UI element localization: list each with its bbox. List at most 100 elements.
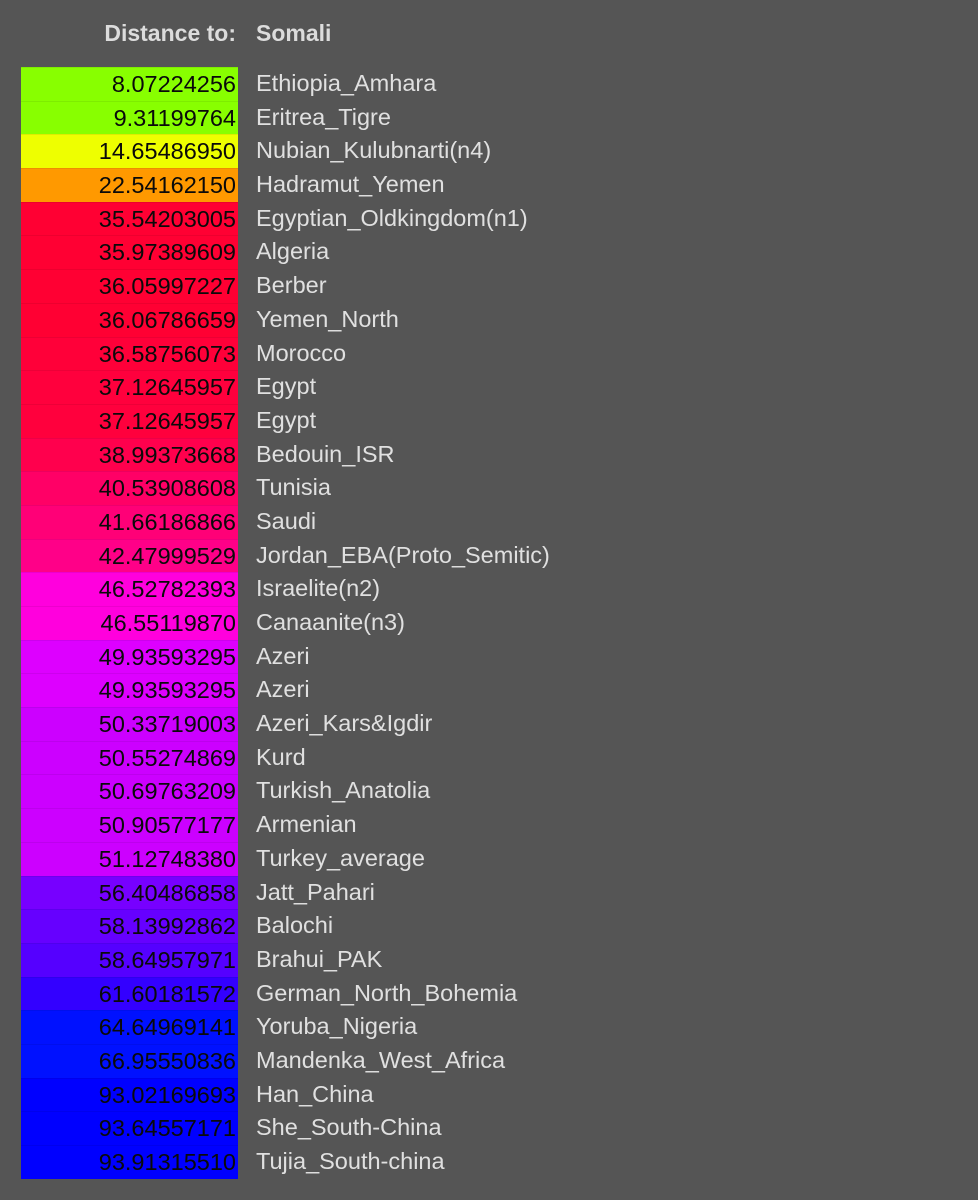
table-row: 41.66186866 Saudi <box>0 504 978 539</box>
distance-value: 50.90577177 <box>21 808 238 842</box>
distance-value: 22.54162150 <box>21 168 238 202</box>
distance-value: 61.60181572 <box>21 976 238 1011</box>
table-row: 49.93593295 Azeri <box>0 639 978 674</box>
population-name: Azeri <box>256 642 310 669</box>
distance-value: 50.55274869 <box>21 740 238 775</box>
distance-value: 49.93593295 <box>21 673 238 708</box>
table-row: 61.60181572 German_North_Bohemia <box>0 976 978 1011</box>
distance-value: 51.12748380 <box>21 841 238 876</box>
population-name: Eritrea_Tigre <box>256 103 391 130</box>
table-row: 46.52782393 Israelite(n2) <box>0 572 978 606</box>
population-name: Azeri <box>256 676 310 703</box>
distance-value: 50.69763209 <box>21 774 238 809</box>
population-name: German_North_Bohemia <box>256 979 518 1006</box>
table-row: 93.64557171 She_South-China <box>0 1111 978 1145</box>
population-name: Egypt <box>256 406 317 433</box>
table-row: 40.53908608 Tunisia <box>0 471 978 505</box>
distance-value: 58.13992862 <box>21 909 238 943</box>
table-row: 37.12645957 Egypt <box>0 370 978 404</box>
table-row: 66.95550836 Mandenka_West_Africa <box>0 1043 978 1078</box>
population-name: Bedouin_ISR <box>256 440 395 467</box>
table-row: 9.31199764 Eritrea_Tigre <box>0 100 978 135</box>
population-name: Morocco <box>256 339 347 366</box>
distance-value: 93.91315510 <box>21 1145 238 1179</box>
distance-value: 36.06786659 <box>21 302 238 337</box>
population-name: Yemen_North <box>256 305 399 332</box>
population-name: Israelite(n2) <box>256 575 381 602</box>
population-name: Han_China <box>256 1080 374 1107</box>
population-name: Kurd <box>256 743 306 770</box>
table-row: 93.91315510 Tujia_South-china <box>0 1145 978 1179</box>
distance-value: 93.02169693 <box>21 1077 238 1112</box>
table-row: 42.47999529 Jordan_EBA(Proto_Semitic) <box>0 538 978 573</box>
population-name: Algeria <box>256 238 330 265</box>
population-name: Jatt_Pahari <box>256 878 375 905</box>
table-row: 8.07224256 Ethiopia_Amhara <box>0 67 978 101</box>
distance-value: 93.64557171 <box>21 1111 238 1145</box>
population-name: Turkish_Anatolia <box>256 777 431 804</box>
distance-value: 50.33719003 <box>21 707 238 741</box>
target-population: Somali <box>256 20 332 46</box>
distance-value: 8.07224256 <box>21 67 238 101</box>
distance-value: 66.95550836 <box>21 1043 238 1078</box>
distance-value: 37.12645957 <box>21 370 238 404</box>
distance-value: 49.93593295 <box>21 639 238 674</box>
population-name: Tunisia <box>256 474 331 501</box>
population-name: Egypt <box>256 373 317 400</box>
table-row: 50.69763209 Turkish_Anatolia <box>0 774 978 809</box>
population-name: Canaanite(n3) <box>256 609 405 635</box>
population-name: Brahui_PAK <box>256 945 383 972</box>
distance-value: 56.40486858 <box>21 875 238 910</box>
distance-value: 46.55119870 <box>21 606 238 640</box>
distance-value: 37.12645957 <box>21 403 238 438</box>
table-row: 14.65486950 Nubian_Kulubnarti(n4) <box>0 134 978 169</box>
table-row: 38.99373668 Bedouin_ISR <box>0 437 978 472</box>
distance-value: 14.65486950 <box>21 134 238 169</box>
distance-value: 64.64969141 <box>21 1010 238 1044</box>
population-name: Ethiopia_Amhara <box>256 70 437 96</box>
population-name: Yoruba_Nigeria <box>256 1013 418 1040</box>
distance-value: 9.31199764 <box>21 100 238 135</box>
population-name: Nubian_Kulubnarti(n4) <box>256 137 492 164</box>
table-row: 58.13992862 Balochi <box>0 909 978 943</box>
population-name: Tujia_South-china <box>256 1148 445 1174</box>
distance-value: 36.05997227 <box>21 269 238 303</box>
table-row: 46.55119870 Canaanite(n3) <box>0 606 978 640</box>
table-header: Distance to: Somali <box>0 16 978 52</box>
table-row: 37.12645957 Egypt <box>0 403 978 438</box>
distance-value: 41.66186866 <box>21 504 238 539</box>
table-row: 35.97389609 Algeria <box>0 235 978 270</box>
population-name: Turkey_average <box>256 844 425 871</box>
population-name: Egyptian_Oldkingdom(n1) <box>256 204 528 231</box>
population-name: Armenian <box>256 811 357 838</box>
distance-table: 8.07224256 Ethiopia_Amhara 9.31199764 Eritr… <box>0 67 978 1179</box>
population-name: She_South-China <box>256 1114 442 1141</box>
population-name: Azeri_Kars&Igdir <box>256 710 433 737</box>
distance-value: 35.54203005 <box>21 201 238 236</box>
population-name: Jordan_EBA(Proto_Semitic) <box>256 541 550 568</box>
table-row: 36.05997227 Berber <box>0 269 978 303</box>
distance-value: 46.52782393 <box>21 572 238 606</box>
table-row: 50.90577177 Armenian <box>0 808 978 842</box>
population-name: Berber <box>256 272 327 299</box>
table-row: 51.12748380 Turkey_average <box>0 841 978 876</box>
table-row: 93.02169693 Han_China <box>0 1077 978 1112</box>
table-row: 58.64957971 Brahui_PAK <box>0 942 978 977</box>
table-row: 22.54162150 Hadramut_Yemen <box>0 168 978 202</box>
distance-value: 58.64957971 <box>21 942 238 977</box>
distance-value: 42.47999529 <box>21 538 238 573</box>
population-name: Saudi <box>256 507 317 534</box>
table-row: 64.64969141 Yoruba_Nigeria <box>0 1010 978 1044</box>
table-row: 35.54203005 Egyptian_Oldkingdom(n1) <box>0 201 978 236</box>
table-row: 36.06786659 Yemen_North <box>0 302 978 337</box>
table-row: 49.93593295 Azeri <box>0 673 978 708</box>
distance-panel: Distance to: Somali 8.07224256 Ethiopia_A… <box>0 0 978 1200</box>
distance-value: 36.58756073 <box>21 336 238 371</box>
table-row: 36.58756073 Morocco <box>0 336 978 371</box>
table-row: 50.33719003 Azeri_Kars&Igdir <box>0 707 978 741</box>
table-row: 50.55274869 Kurd <box>0 740 978 775</box>
distance-to-label: Distance to: <box>104 20 236 46</box>
table-row: 56.40486858 Jatt_Pahari <box>0 875 978 910</box>
distance-value: 38.99373668 <box>21 437 238 472</box>
distance-value: 40.53908608 <box>21 471 238 505</box>
